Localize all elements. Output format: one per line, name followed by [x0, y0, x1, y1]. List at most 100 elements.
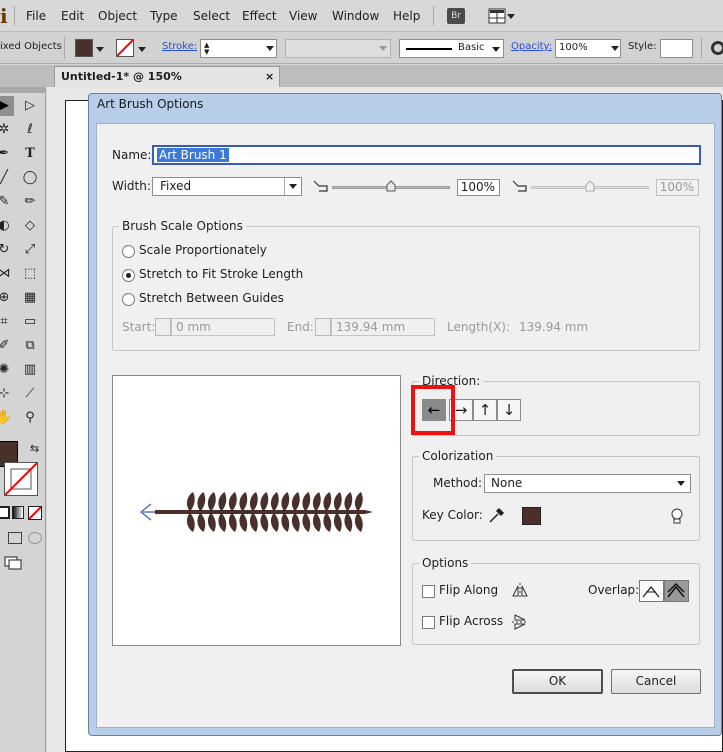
zoom-tool-icon[interactable]: ⚲	[20, 408, 40, 428]
menu-type[interactable]: Type	[150, 0, 178, 32]
graphic-style-swatch[interactable]	[660, 39, 693, 58]
direct-selection-tool-icon[interactable]: ▷	[20, 96, 40, 116]
chevron-down-icon[interactable]	[492, 47, 500, 52]
scale-proportionately-label[interactable]: Scale Proportionately	[139, 243, 267, 257]
menu-file[interactable]: File	[26, 0, 46, 32]
ellipse-tool-icon[interactable]: ◯	[20, 168, 40, 188]
overlap-adjust-corners-button[interactable]	[639, 580, 664, 602]
brush-definition[interactable]: Basic	[399, 39, 504, 58]
ok-button[interactable]: OK	[512, 669, 603, 694]
leaf-lower	[354, 514, 363, 532]
chevron-down-icon[interactable]	[611, 46, 619, 51]
draw-behind-icon[interactable]	[28, 532, 42, 544]
control-divider	[701, 37, 702, 59]
opacity-link[interactable]: Opacity:	[511, 41, 552, 52]
screen-mode-icon[interactable]	[4, 556, 22, 570]
chevron-down-icon[interactable]	[96, 47, 104, 52]
menu-view[interactable]: View	[289, 0, 317, 32]
flip-along-checkbox[interactable]	[422, 585, 435, 598]
arrange-documents-button[interactable]	[488, 8, 506, 24]
chevron-down-icon	[289, 184, 297, 189]
none-mode-icon[interactable]	[28, 506, 42, 520]
menu-object[interactable]: Object	[98, 0, 137, 32]
width-select[interactable]: Fixed	[152, 177, 302, 196]
overlap-none-button[interactable]	[664, 580, 689, 602]
key-color-swatch[interactable]	[522, 507, 541, 525]
flip-along-label[interactable]: Flip Along	[439, 583, 498, 597]
eyedropper-tool-icon[interactable]: ✐	[0, 336, 14, 356]
flip-across-label[interactable]: Flip Across	[439, 614, 503, 628]
recolor-artwork-icon[interactable]	[711, 41, 723, 55]
stroke-link[interactable]: Stroke:	[162, 41, 197, 52]
width-slider-thumb[interactable]	[386, 180, 396, 192]
gradient-mode-icon[interactable]	[12, 506, 24, 519]
brush-preview	[112, 375, 401, 646]
blend-tool-icon[interactable]: ⧉	[20, 336, 40, 356]
brush-definition-label: Basic	[458, 42, 485, 53]
leaf-upper	[218, 492, 227, 510]
menu-window[interactable]: Window	[332, 0, 379, 32]
draw-normal-icon[interactable]	[8, 532, 22, 544]
magic-wand-tool-icon[interactable]: ✲	[0, 120, 14, 140]
width-percent-field[interactable]: 100%	[457, 179, 500, 196]
mesh-tool-icon[interactable]: ⌗	[0, 312, 14, 332]
column-graph-tool-icon[interactable]: ▥	[20, 360, 40, 380]
menu-edit[interactable]: Edit	[61, 0, 84, 32]
menu-help[interactable]: Help	[393, 0, 420, 32]
method-select[interactable]: None	[484, 474, 691, 493]
perspective-grid-tool-icon[interactable]: ▦	[20, 288, 40, 308]
stretch-between-guides-radio[interactable]	[122, 293, 135, 306]
symbol-sprayer-tool-icon[interactable]: ✺	[0, 360, 14, 380]
chevron-down-icon[interactable]	[266, 46, 274, 51]
menu-select[interactable]: Select	[193, 0, 230, 32]
spin-down-icon[interactable]: ▼	[204, 49, 209, 56]
stroke-color-box[interactable]	[4, 462, 38, 496]
fill-swatch[interactable]	[75, 39, 93, 57]
opacity-field[interactable]: 100%	[555, 39, 621, 58]
eyedropper-icon[interactable]	[487, 507, 505, 525]
width-tool-icon[interactable]: ⋈	[0, 264, 14, 284]
artboard-tool-icon[interactable]: ⊹	[0, 384, 14, 404]
gradient-tool-icon[interactable]: ▭	[20, 312, 40, 332]
name-field[interactable]: Art Brush 1	[152, 145, 701, 165]
document-tab[interactable]: Untitled-1* @ 150% (CMYK/Preview) ×	[54, 66, 280, 103]
width-select-dropdown[interactable]	[284, 178, 301, 195]
blob-brush-tool-icon[interactable]: ◐	[0, 216, 14, 236]
selection-tool-icon[interactable]: ▶	[0, 96, 14, 116]
slice-tool-icon[interactable]: ⟋	[20, 384, 40, 404]
paintbrush-tool-icon[interactable]: ✎	[0, 192, 14, 212]
stroke-swatch[interactable]	[116, 39, 134, 57]
pencil-tool-icon[interactable]: ✏	[20, 192, 40, 212]
line-segment-tool-icon[interactable]: ╱	[0, 168, 14, 188]
swap-fill-stroke-icon[interactable]: ⇆	[30, 442, 39, 455]
type-tool-icon[interactable]: T	[20, 144, 40, 164]
stretch-to-fit-label[interactable]: Stretch to Fit Stroke Length	[139, 267, 303, 281]
menu-effect[interactable]: Effect	[242, 0, 277, 32]
tools-panel-header[interactable]	[0, 87, 46, 93]
direction-down-button[interactable]: ↓	[497, 399, 521, 421]
shape-builder-tool-icon[interactable]: ⊕	[0, 288, 14, 308]
hand-tool-icon[interactable]: ✋	[0, 408, 14, 428]
eraser-tool-icon[interactable]: ◇	[20, 216, 40, 236]
chevron-down-icon[interactable]	[138, 47, 146, 52]
cancel-button[interactable]: Cancel	[611, 669, 701, 694]
flip-across-checkbox[interactable]	[422, 616, 435, 629]
stretch-between-guides-label[interactable]: Stretch Between Guides	[139, 291, 284, 305]
chevron-down-icon[interactable]	[507, 14, 515, 19]
bridge-button[interactable]: Br	[447, 8, 465, 24]
leaf-lower	[344, 514, 353, 532]
pen-tool-icon[interactable]: ✒	[0, 144, 14, 164]
direction-up-button[interactable]: ↑	[473, 399, 497, 421]
rotate-tool-icon[interactable]: ↻	[0, 240, 14, 260]
lasso-tool-icon[interactable]: ℓ	[20, 120, 40, 140]
tips-lightbulb-icon[interactable]	[670, 508, 684, 526]
color-mode-icon[interactable]	[0, 506, 10, 519]
variable-width-profile[interactable]	[285, 39, 391, 58]
free-transform-tool-icon[interactable]: ⬚	[20, 264, 40, 284]
stroke-weight-field[interactable]: ▲ ▼	[200, 39, 277, 58]
chevron-down-icon[interactable]	[677, 481, 685, 486]
stretch-to-fit-radio[interactable]	[122, 269, 135, 282]
close-icon[interactable]: ×	[265, 67, 274, 87]
scale-proportionately-radio[interactable]	[122, 245, 135, 258]
scale-tool-icon[interactable]: ⤢	[20, 240, 40, 260]
